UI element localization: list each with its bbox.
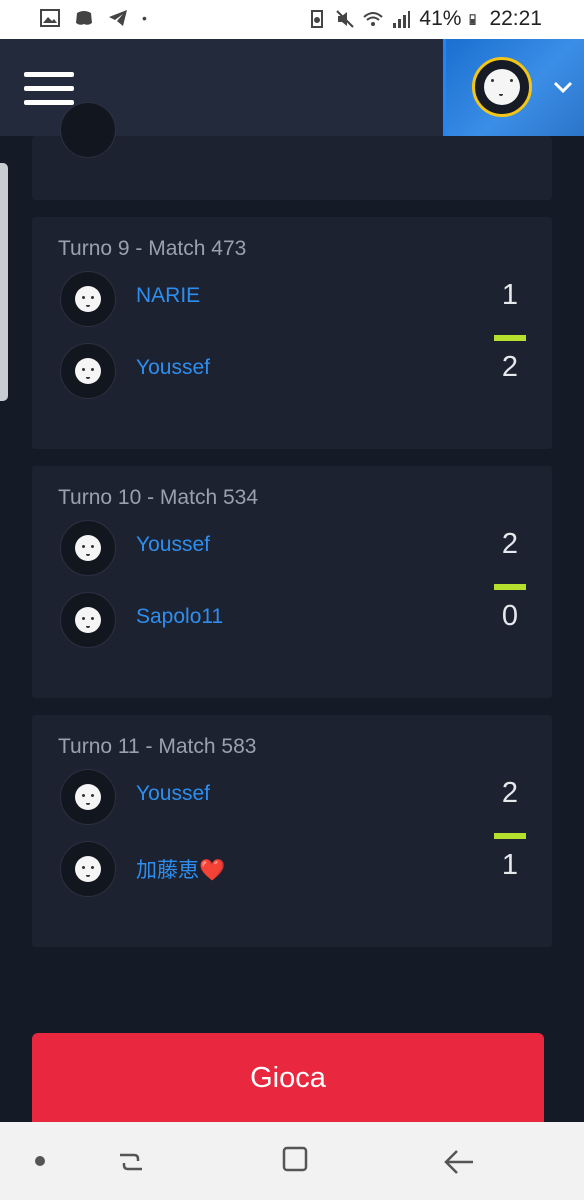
signal-icon xyxy=(393,11,411,28)
player-score: 2 xyxy=(501,777,519,809)
notification-dot-icon: • xyxy=(142,10,147,26)
match-title: Turno 9 - Match 473 xyxy=(58,237,247,260)
account-menu[interactable] xyxy=(443,39,584,136)
player-avatar[interactable] xyxy=(60,343,116,399)
player-score: 1 xyxy=(501,279,519,311)
player-name-link[interactable]: Youssef xyxy=(136,533,210,557)
system-nav-bar xyxy=(0,1122,584,1200)
battery-saver-icon xyxy=(311,10,324,28)
player-name-link[interactable]: NARIE xyxy=(136,284,200,308)
player-avatar[interactable] xyxy=(60,271,116,327)
match-title: Turno 10 - Match 534 xyxy=(58,486,258,509)
match-card: Turno 11 - Match 583 Youssef 2 加藤恵❤️ 1 xyxy=(32,715,552,947)
match-card: Turno 9 - Match 473 NARIE 1 Youssef 2 xyxy=(32,217,552,449)
gallery-icon xyxy=(40,9,60,27)
player-avatar[interactable] xyxy=(60,769,116,825)
home-icon[interactable] xyxy=(281,1145,309,1173)
player-row: Youssef 2 xyxy=(60,769,530,827)
edge-panel-handle[interactable] xyxy=(0,163,8,401)
player-row: Youssef 2 xyxy=(60,343,530,401)
telegram-icon xyxy=(109,10,127,26)
hamburger-menu-icon[interactable] xyxy=(24,72,74,106)
user-avatar[interactable] xyxy=(472,57,532,117)
clock: 22:21 xyxy=(489,7,542,30)
back-icon[interactable] xyxy=(443,1147,475,1177)
player-name-link[interactable]: Youssef xyxy=(136,356,210,380)
player-name-link[interactable]: Sapolo11 xyxy=(136,605,223,629)
battery-icon xyxy=(470,14,477,25)
player-name-link[interactable]: Youssef xyxy=(136,782,210,806)
player-score: 0 xyxy=(501,600,519,632)
discord-icon xyxy=(76,11,92,25)
wifi-icon xyxy=(363,12,384,26)
player-avatar[interactable] xyxy=(60,841,116,897)
battery-percent: 41% xyxy=(419,7,462,30)
match-card-partial xyxy=(32,102,552,200)
player-score: 1 xyxy=(501,849,519,881)
player-row: Sapolo11 0 xyxy=(60,592,530,650)
player-score: 2 xyxy=(501,528,519,560)
match-card: Turno 10 - Match 534 Youssef 2 Sapolo11 … xyxy=(32,466,552,698)
status-bar: • 41% 22:21 xyxy=(0,0,584,39)
winner-indicator xyxy=(494,584,526,590)
winner-indicator xyxy=(494,833,526,839)
play-button[interactable]: Gioca xyxy=(32,1033,544,1131)
player-name-link[interactable]: 加藤恵❤️ xyxy=(136,854,225,884)
player-score: 2 xyxy=(501,351,519,383)
player-row: 加藤恵❤️ 1 xyxy=(60,841,530,899)
mute-icon xyxy=(336,10,355,28)
match-title: Turno 11 - Match 583 xyxy=(58,735,257,758)
player-row: Youssef 2 xyxy=(60,520,530,578)
player-avatar[interactable] xyxy=(60,520,116,576)
player-avatar[interactable] xyxy=(60,592,116,648)
winner-indicator xyxy=(494,335,526,341)
recent-apps-icon[interactable] xyxy=(116,1147,146,1177)
player-row: NARIE 1 xyxy=(60,271,530,329)
nav-dot-icon[interactable] xyxy=(35,1156,45,1166)
player-avatar xyxy=(60,102,116,158)
chevron-down-icon[interactable] xyxy=(552,76,574,98)
